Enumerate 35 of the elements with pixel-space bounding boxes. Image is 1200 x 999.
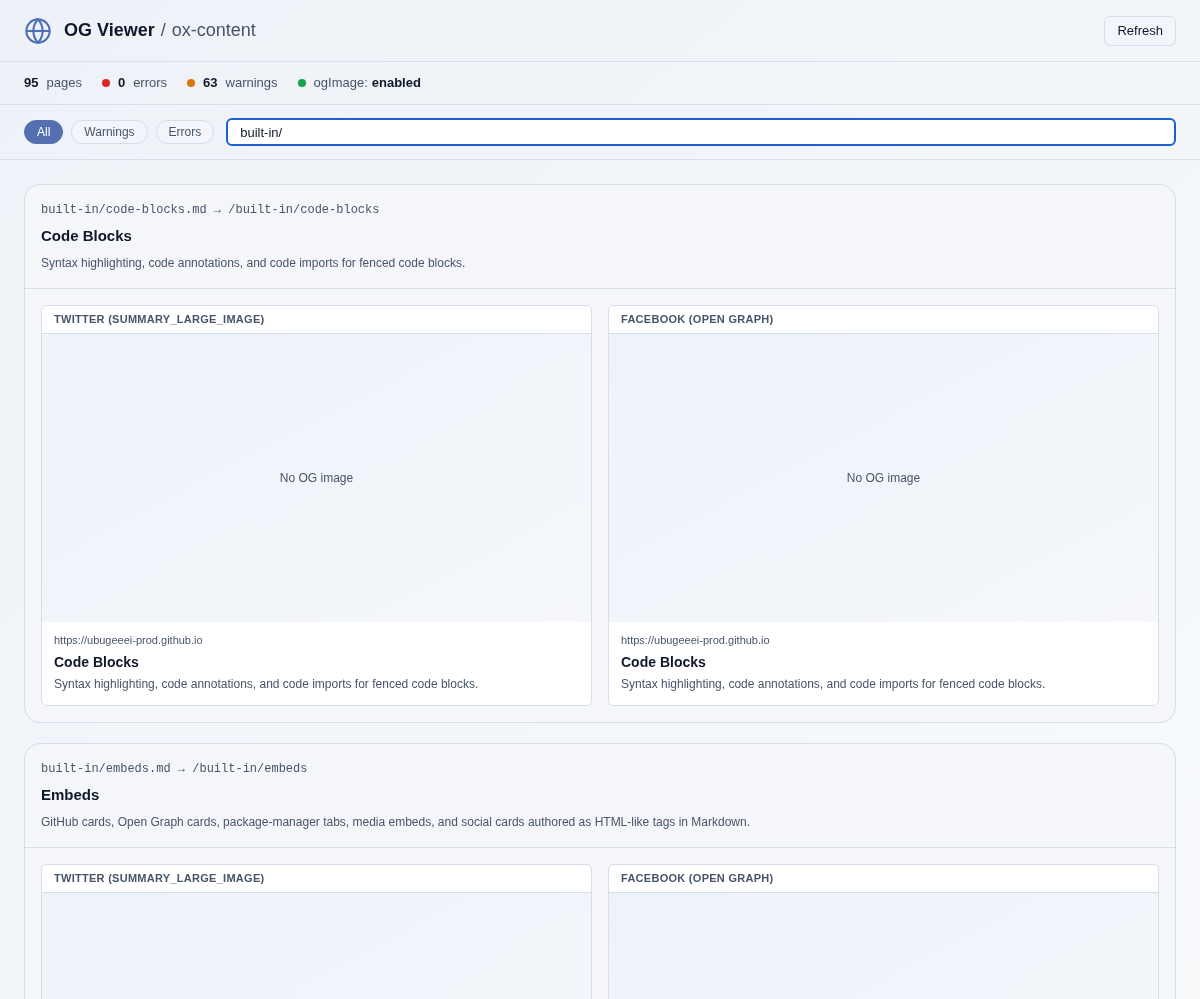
stat-count: 63 [203,74,218,93]
preview-url: https://ubugeeei-prod.github.io [621,632,771,648]
search-field[interactable]: built-in/ [226,118,1176,146]
page-description: GitHub cards, Open Graph cards, package-manager tabs, media embeds, and social cards authored as HTML-like tags in Markdown. [41,813,751,831]
page-title: Code Blocks [41,226,133,246]
project-name: ox-content [171,19,256,42]
stat-label: warnings [225,74,278,93]
platform-label: TWITTER (SUMMARY_LARGE_IMAGE) [54,311,265,327]
no-image-text: No OG image [846,469,921,487]
preview-description: Syntax highlighting, code annotations, and code imports for fenced code blocks. [621,676,1047,693]
platform-label: FACEBOOK (OPEN GRAPH) [621,311,774,327]
app-title: OG Viewer [64,19,155,42]
filter-chip[interactable]: Errors [155,120,215,144]
refresh-button[interactable]: Refresh [1104,15,1176,46]
stat-label: ogImage: [313,74,368,93]
preview-description: Syntax highlighting, code annotations, and code imports for fenced code blocks. [54,676,480,693]
platform-label: TWITTER (SUMMARY_LARGE_IMAGE) [54,870,265,886]
title-separator: / [160,19,166,42]
stat-count: 95 [24,74,39,93]
source-path: built-in/embeds.md → /built-in/embeds [41,761,309,778]
globe-icon [24,16,52,45]
preview-title: Code Blocks [54,653,140,672]
stat-label: errors [133,74,168,93]
preview-title: Code Blocks [621,653,707,672]
platform-label: FACEBOOK (OPEN GRAPH) [621,870,774,886]
no-image-text: No OG image [279,469,354,487]
stat-value: enabled [371,74,421,93]
page-description: Syntax highlighting, code annotations, and code imports for fenced code blocks. [41,254,467,272]
page-title: Embeds [41,785,101,805]
source-path: built-in/code-blocks.md → /built-in/code-blocks [41,202,381,219]
filter-chip[interactable]: All [24,120,64,144]
preview-url: https://ubugeeei-prod.github.io [54,632,204,648]
filter-chip[interactable]: Warnings [71,120,148,144]
stat-count: 0 [117,74,126,93]
stat-label: pages [46,74,82,93]
